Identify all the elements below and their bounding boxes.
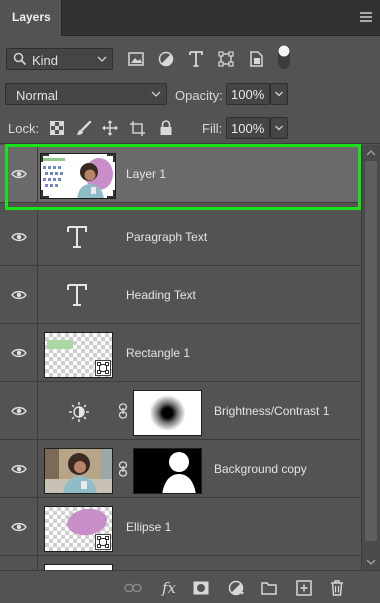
tab-layers[interactable]: Layers [0,0,62,36]
scroll-up-arrow-icon[interactable] [366,149,376,157]
add-mask-icon[interactable] [192,579,210,597]
layer-name: Rectangle 1 [126,345,191,360]
layer-thumbnail [44,448,113,494]
layer-thumbnail [40,153,116,199]
chevron-down-icon [151,91,161,97]
shape-layer-badge-icon [95,534,111,550]
fx-icon[interactable]: fx [160,579,178,597]
layer-name: Paragraph Text [126,229,208,244]
visibility-eye-icon[interactable] [0,440,38,497]
layer-row-heading-text[interactable]: Heading Text [0,266,360,324]
brightness-contrast-icon [69,402,89,422]
layer-row-brightness-contrast-1[interactable]: Brightness/Contrast 1 [0,382,360,440]
layer-row-background-copy[interactable]: Background copy [0,440,360,498]
panel-tab-bar: Layers [0,0,380,36]
opacity-dropdown[interactable] [270,83,288,105]
lock-artboard-icon[interactable] [128,120,146,136]
opacity-label: Opacity: [175,88,223,103]
layer-name: Ellipse 1 [126,519,172,534]
new-group-icon[interactable] [260,579,278,597]
lock-all-icon[interactable] [157,120,175,136]
tab-layers-label: Layers [12,10,51,24]
panel-menu-icon[interactable] [360,12,372,22]
blend-mode-value: Normal [16,88,58,103]
type-layer-icon [67,226,87,248]
layers-scrollbar[interactable] [361,145,380,570]
visibility-eye-cell[interactable] [0,556,38,570]
layer-row-layer-1[interactable]: Layer 1 [0,145,360,203]
layer-thumbnail [44,506,113,552]
layer-name: Heading Text [126,287,196,302]
scrollbar-thumb[interactable] [365,161,377,541]
layer-name: Brightness/Contrast 1 [214,403,330,418]
shape-layer-badge-icon [95,360,111,376]
filter-kind-select[interactable]: Kind [6,48,113,70]
smart-object-filter-icon[interactable] [245,48,267,70]
layer-name: Background copy [214,461,307,476]
layer-filter-row: Kind [0,36,380,80]
lock-transparent-pixels-icon[interactable] [48,120,66,136]
layer-mask-thumbnail[interactable] [133,448,202,494]
layer-row-rectangle-1[interactable]: Rectangle 1 [0,324,360,382]
layer-name: Layer 1 [126,166,167,181]
search-icon [13,52,27,66]
adjustment-filter-icon[interactable] [155,48,177,70]
visibility-eye-icon[interactable] [0,145,38,202]
opacity-input[interactable]: 100% [226,83,270,105]
new-adjustment-icon[interactable] [227,579,245,597]
visibility-eye-icon[interactable] [0,266,38,323]
lock-row: Lock: Fill: 100% [0,112,380,144]
filter-toggle[interactable] [277,44,291,70]
blend-row: Normal Opacity: 100% [0,80,380,110]
visibility-eye-icon[interactable] [0,382,38,439]
lock-label: Lock: [8,121,40,136]
lock-image-pixels-icon[interactable] [75,120,93,136]
chevron-down-icon [275,91,283,97]
visibility-eye-icon[interactable] [0,208,38,265]
new-layer-icon[interactable] [295,579,313,597]
type-filter-icon[interactable] [185,48,207,70]
layer-row-paragraph-text[interactable]: Paragraph Text [0,208,360,266]
delete-layer-icon[interactable] [328,579,346,597]
type-layer-icon [67,284,87,306]
chevron-down-icon [97,56,107,62]
mask-link-icon[interactable] [118,403,128,419]
scroll-down-arrow-icon[interactable] [366,558,376,566]
mask-link-icon[interactable] [118,461,128,477]
fill-input[interactable]: 100% [226,117,270,139]
blend-mode-select[interactable]: Normal [5,83,167,105]
layer-mask-thumbnail[interactable] [133,390,202,436]
chevron-down-icon [275,125,283,131]
pixel-filter-icon[interactable] [125,48,147,70]
visibility-eye-icon[interactable] [0,498,38,555]
layer-thumbnail [44,332,113,378]
layers-footer-toolbar: fx [0,570,380,603]
link-layers-icon[interactable] [124,579,142,597]
shape-filter-icon[interactable] [215,48,237,70]
layer-row-partial[interactable] [0,556,360,570]
lock-position-icon[interactable] [101,120,119,136]
filter-kind-label: Kind [32,53,59,68]
fill-label: Fill: [202,121,223,136]
visibility-eye-icon[interactable] [0,324,38,381]
fill-dropdown[interactable] [270,117,288,139]
layers-list: Layer 1 Paragraph Text Heading Text Rect… [0,145,360,570]
layer-row-ellipse-1[interactable]: Ellipse 1 [0,498,360,556]
